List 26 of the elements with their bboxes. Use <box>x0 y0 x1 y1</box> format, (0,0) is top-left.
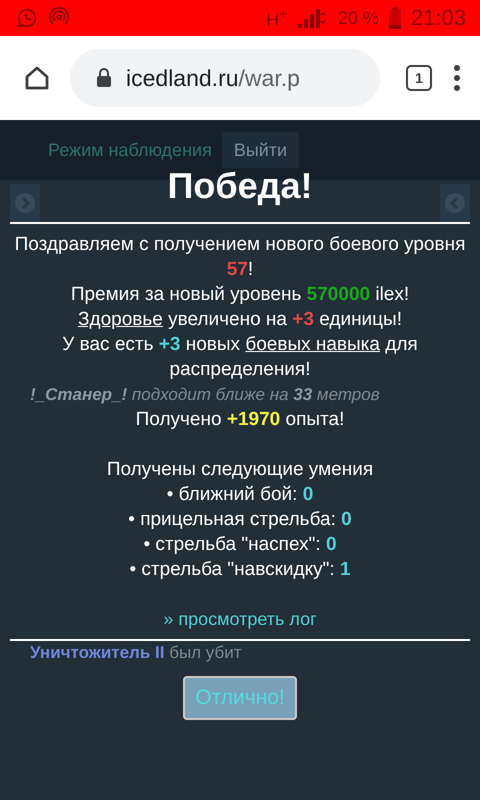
skill-item: • стрельба "наспех": 0 <box>143 533 337 557</box>
tab-count-button[interactable]: 1 <box>406 65 432 91</box>
skill-item: • ближний бой: 0 <box>166 483 314 507</box>
chat-icon <box>16 7 38 29</box>
network-type: H$^{+}$ <box>266 6 288 30</box>
address-bar[interactable]: icedland.ru/war.p <box>70 49 380 107</box>
message-text: Поздравляем с получением нового боевого уровня 57! <box>14 233 466 282</box>
message-text: Премия за новый уровень 570000 ilex! <box>70 283 410 307</box>
lock-icon <box>96 68 112 88</box>
battery-percent: 20 % <box>338 8 379 28</box>
link[interactable]: Здоровье <box>78 309 163 330</box>
log-entry: Уничтожитель II был убит <box>29 642 243 664</box>
exit-button[interactable]: Выйти <box>222 132 300 168</box>
mode-label: Режим наблюдения <box>48 140 212 160</box>
view-log-link[interactable]: » просмотреть лог <box>163 607 317 632</box>
clock-time: 21:03 <box>410 5 466 31</box>
skill-item: • прицельная стрельба: 0 <box>128 508 352 532</box>
message-text: У вас есть +3 новых боевых навыка для распределения! <box>61 333 419 382</box>
battery-icon <box>388 7 401 29</box>
skill-item: • стрельба "навскидку": 1 <box>129 558 351 582</box>
message-text: Получено +1970 опыта! <box>136 408 344 432</box>
signal-icon <box>298 8 328 28</box>
skills-heading: Получены следующие умения <box>106 458 374 482</box>
link[interactable]: боевых навыка <box>245 334 380 355</box>
message-text: Здоровье увеличено на +3 единицы! <box>78 308 402 332</box>
log-entry: !_Станер_! подходит ближе на 33 метров <box>29 384 381 406</box>
